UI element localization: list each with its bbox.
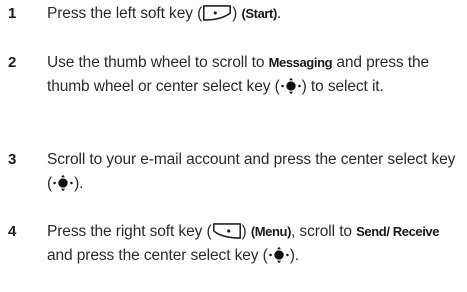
- right-soft-key-icon: [212, 222, 242, 240]
- step-number: 4: [8, 223, 17, 240]
- step-text: Press the left soft key () (Start).: [47, 2, 457, 26]
- step-text-part: and press the center select key (: [47, 247, 268, 264]
- menu-label-messaging: Messaging: [268, 55, 333, 70]
- step-text-part: ) to select it.: [301, 78, 384, 95]
- step-number: 2: [8, 54, 17, 71]
- step-text-part: Use the thumb wheel to scroll to: [47, 54, 269, 71]
- step-text: Use the thumb wheel to scroll to Messagi…: [47, 51, 457, 99]
- left-soft-key-icon: [202, 4, 232, 22]
- step-text-part: , scroll to: [291, 223, 357, 240]
- step-text: Press the right soft key () (Menu), scro…: [47, 220, 457, 268]
- softkey-label-start: (Start): [241, 6, 277, 21]
- step-text-part: Press the left soft key (: [47, 5, 203, 22]
- step-number: 1: [8, 5, 17, 22]
- step-text-part: .: [276, 5, 282, 22]
- step-text: Scroll to your e-mail account and press …: [47, 148, 457, 196]
- softkey-label-menu: (Menu): [250, 224, 292, 239]
- center-select-key-icon: [52, 174, 74, 192]
- step-text-part: Press the right soft key (: [47, 223, 212, 240]
- step-text-part: ).: [289, 247, 299, 264]
- center-select-key-icon: [268, 246, 290, 264]
- step-text-part: Scroll to your e-mail account and press …: [47, 151, 456, 192]
- center-select-key-icon: [280, 77, 302, 95]
- step-number: 3: [8, 151, 17, 168]
- menu-label-send-receive: Send/ Receive: [356, 224, 440, 239]
- step-text-part: ).: [74, 175, 84, 192]
- step-text-part: ): [241, 223, 251, 240]
